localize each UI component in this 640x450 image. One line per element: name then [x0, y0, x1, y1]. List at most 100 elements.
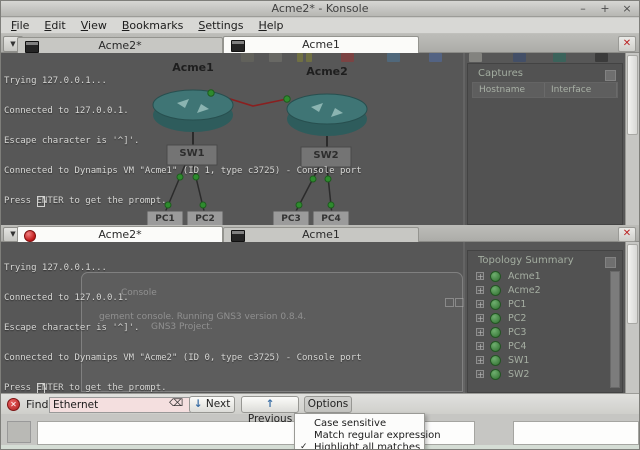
expand-icon[interactable]: +	[476, 328, 484, 336]
terminal-pane-acme2[interactable]: Console gement console. Running GNS3 ver…	[1, 242, 639, 393]
expand-icon[interactable]: +	[476, 370, 484, 378]
arrow-down-icon: ↓	[194, 398, 203, 410]
tab-close-button[interactable]: ✕	[618, 227, 636, 242]
column-interface[interactable]: Interface	[545, 83, 617, 97]
scrollbar-thumb[interactable]	[627, 244, 638, 324]
captures-panel-title: Captures	[468, 64, 622, 82]
dock-separator	[463, 242, 465, 393]
node-status-icon	[490, 271, 501, 282]
terminal-cursor	[37, 196, 45, 207]
minimize-icon[interactable]: –	[577, 1, 589, 17]
gns3-corner-box	[7, 421, 31, 443]
node-status-icon	[490, 355, 501, 366]
close-icon: ✕	[623, 38, 631, 49]
tab-label: Acme2*	[18, 38, 222, 53]
find-previous-button[interactable]: ↑ Previous	[241, 396, 299, 413]
tree-item-acme1[interactable]: + Acme1	[468, 269, 622, 283]
terminal-cursor	[37, 383, 45, 393]
tree-item-label: Acme2	[508, 285, 541, 296]
chevron-down-icon: ▼	[10, 230, 15, 238]
terminal-line: Connected to 127.0.0.1.	[4, 293, 427, 303]
expand-icon[interactable]: +	[476, 314, 484, 322]
menu-item-match-regex[interactable]: Match regular expression	[295, 430, 424, 441]
window-titlebar[interactable]: Acme2* - Konsole – + ×	[1, 1, 639, 17]
node-status-icon	[490, 327, 501, 338]
scrollbar[interactable]	[625, 53, 639, 225]
menu-edit[interactable]: Edit	[44, 19, 65, 32]
panel-config-icon[interactable]	[605, 257, 616, 268]
expand-icon[interactable]: +	[476, 286, 484, 294]
node-status-icon	[490, 341, 501, 352]
menu-help[interactable]: Help	[258, 19, 283, 32]
node-status-icon	[490, 299, 501, 310]
menu-settings[interactable]: Settings	[198, 19, 243, 32]
node-status-icon	[490, 369, 501, 380]
tab-acme1-bottom[interactable]: Acme1	[223, 227, 419, 242]
tab-close-button[interactable]: ✕	[618, 36, 636, 52]
find-bar: ✕ Find: ⌫ ↓ Next ↑ Previous Options ▾	[1, 393, 639, 414]
tree-item-label: Acme1	[508, 271, 541, 282]
scrollbar-thumb[interactable]	[627, 55, 638, 135]
find-next-button[interactable]: ↓ Next	[189, 396, 235, 413]
terminal-line: Escape character is '^]'.	[4, 136, 427, 146]
maximize-icon[interactable]: +	[599, 1, 611, 17]
find-options-menu: Case sensitive Match regular expression …	[294, 413, 425, 450]
column-hostname[interactable]: Hostname	[473, 83, 545, 97]
button-label: Options	[308, 398, 349, 410]
tree-item-label: PC2	[508, 313, 526, 324]
close-icon: ✕	[623, 228, 631, 239]
top-tab-bar: ▼ Acme2* Acme1 ✕	[1, 34, 639, 53]
expand-icon[interactable]: +	[476, 342, 484, 350]
terminal-line: Escape character is '^]'.	[4, 323, 427, 333]
terminal-line: Connected to Dynamips VM "Acme1" (ID 1, …	[4, 166, 427, 176]
tree-item-label: PC1	[508, 299, 526, 310]
tree-item-pc2[interactable]: + PC2	[468, 311, 622, 325]
tree-item-acme2[interactable]: + Acme2	[468, 283, 622, 297]
tree-item-sw2[interactable]: + SW2	[468, 367, 622, 381]
terminal-line: Press ENTER to get the prompt.	[4, 196, 427, 206]
terminal-output-acme1: Trying 127.0.0.1... Connected to 127.0.0…	[4, 56, 427, 225]
scrollbar[interactable]	[625, 242, 639, 393]
find-close-button[interactable]: ✕	[7, 398, 20, 411]
menu-bookmarks[interactable]: Bookmarks	[122, 19, 183, 32]
menu-bar: File Edit View Bookmarks Settings Help	[1, 18, 639, 34]
expand-icon[interactable]: +	[476, 356, 484, 364]
tab-acme2-top[interactable]: Acme2*	[17, 37, 223, 53]
terminal-line: Trying 127.0.0.1...	[4, 76, 427, 86]
expand-icon[interactable]: +	[476, 300, 484, 308]
tab-acme2-bottom[interactable]: Acme2*	[17, 226, 223, 242]
tree-item-label: PC3	[508, 327, 526, 338]
close-icon[interactable]: ×	[621, 1, 633, 17]
menu-view[interactable]: View	[81, 19, 107, 32]
tree-item-label: PC4	[508, 341, 526, 352]
tree-item-pc1[interactable]: + PC1	[468, 297, 622, 311]
terminal-line: Connected to 127.0.0.1.	[4, 106, 427, 116]
tree-item-pc4[interactable]: + PC4	[468, 339, 622, 353]
tree-item-pc3[interactable]: + PC3	[468, 325, 622, 339]
menu-item-case-sensitive[interactable]: Case sensitive	[295, 418, 424, 429]
panel-scrollbar[interactable]	[610, 271, 620, 388]
dock-separator	[463, 53, 465, 225]
tab-label: Acme2*	[18, 227, 222, 242]
expand-icon[interactable]: +	[476, 272, 484, 280]
menu-item-highlight-all[interactable]: ✓ Highlight all matches	[295, 442, 424, 450]
clear-input-icon[interactable]: ⌫	[169, 398, 183, 409]
tab-acme1-top[interactable]: Acme1	[223, 36, 419, 53]
activity-indicator-icon	[24, 230, 36, 242]
window-title: Acme2* - Konsole	[272, 2, 369, 15]
terminal-output-acme2: Trying 127.0.0.1... Connected to 127.0.0…	[4, 243, 427, 393]
gns3-console-input	[513, 421, 639, 445]
topology-summary-title: Topology Summary	[468, 251, 622, 269]
panel-config-icon[interactable]	[605, 70, 616, 81]
find-options-button[interactable]: Options ▾	[304, 396, 352, 413]
topology-summary-panel: Topology Summary + Acme1 + Acme2 + PC1 +…	[467, 250, 623, 393]
menu-item-label: Highlight all matches	[314, 442, 420, 450]
bottom-tab-bar: ▼ Acme2* Acme1 ✕	[1, 225, 639, 242]
terminal-pane-acme1[interactable]: Acme1 Acme2 SW1 SW2 PC1 PC2 PC3 PC4 Capt…	[1, 53, 639, 225]
terminal-icon	[231, 230, 245, 242]
window-controls: – + ×	[577, 1, 633, 17]
tree-item-sw1[interactable]: + SW1	[468, 353, 622, 367]
terminal-icon	[25, 41, 39, 53]
chevron-down-icon: ▼	[10, 40, 15, 48]
menu-file[interactable]: File	[11, 19, 29, 32]
